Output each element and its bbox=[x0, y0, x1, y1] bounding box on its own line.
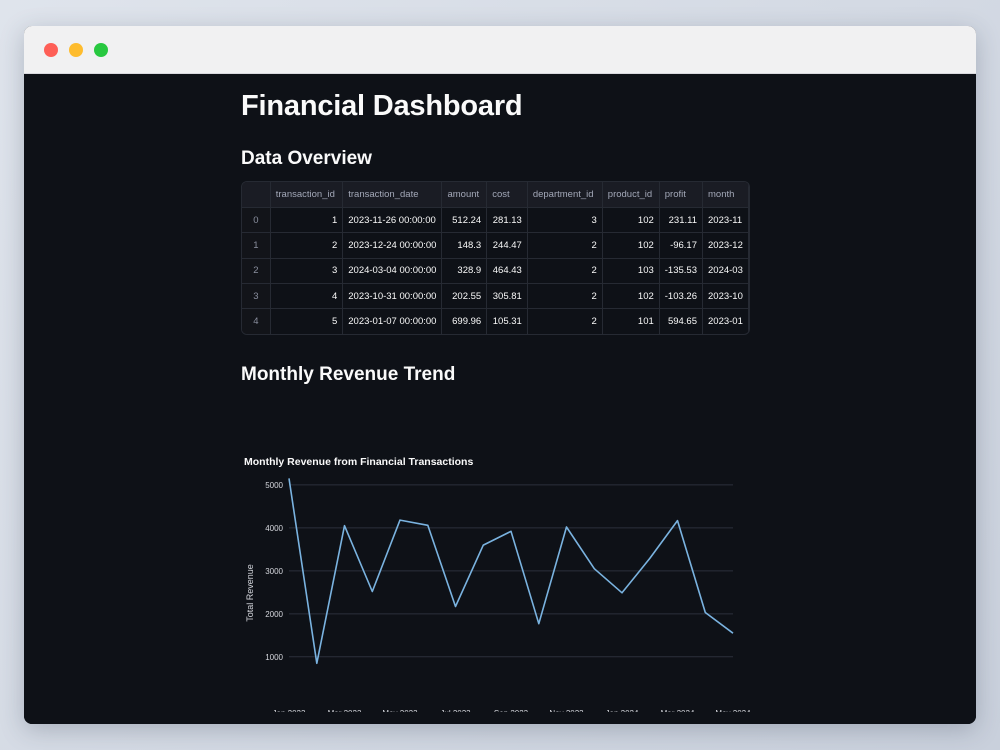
y-tick-label: 4000 bbox=[265, 524, 283, 533]
table-cell: 2023-01 bbox=[702, 308, 749, 334]
table-cell: 2 bbox=[527, 258, 603, 285]
table-cell: -103.26 bbox=[659, 283, 704, 310]
row-index: 1 bbox=[242, 232, 271, 259]
row-index: 3 bbox=[242, 283, 271, 310]
x-tick-label: Sep 2023 bbox=[494, 709, 529, 712]
table-cell: 699.96 bbox=[441, 308, 488, 334]
table-cell: 328.9 bbox=[441, 258, 488, 285]
table-cell: 2 bbox=[527, 232, 603, 259]
close-window-button[interactable] bbox=[44, 43, 58, 57]
table-cell: 3 bbox=[270, 258, 344, 285]
table-cell: -96.17 bbox=[659, 232, 704, 259]
table-cell: 512.24 bbox=[441, 207, 488, 234]
table-cell: 2023-12 bbox=[702, 232, 749, 259]
chart-svg: Monthly Revenue from Financial Transacti… bbox=[244, 456, 751, 718]
chart-title: Monthly Revenue from Financial Transacti… bbox=[244, 456, 473, 468]
table-cell: 202.55 bbox=[441, 283, 488, 310]
column-header-product_id[interactable]: product_id bbox=[602, 182, 660, 208]
column-header-month[interactable]: month bbox=[702, 182, 749, 208]
table-cell: 2023-11-26 00:00:00 bbox=[342, 207, 443, 234]
page-title: Financial Dashboard bbox=[241, 90, 523, 122]
table-cell: 464.43 bbox=[486, 258, 528, 285]
x-tick-label: Jan 2023 bbox=[273, 709, 306, 712]
data-overview-heading: Data Overview bbox=[241, 148, 372, 169]
table-cell: 2023-11 bbox=[702, 207, 749, 234]
table-cell: 1 bbox=[270, 207, 344, 234]
table-cell: 102 bbox=[602, 283, 660, 310]
table-cell: 2024-03-04 00:00:00 bbox=[342, 258, 443, 285]
table-cell: 2023-10-31 00:00:00 bbox=[342, 283, 443, 310]
table-row[interactable]: 4 5 2023-01-07 00:00:00 699.96 105.31 2 101 594… bbox=[242, 308, 749, 334]
column-header-cost[interactable]: cost bbox=[486, 182, 528, 208]
row-index: 2 bbox=[242, 258, 271, 285]
table-header-row: transaction_id transaction_date amount cost… bbox=[242, 182, 749, 208]
table-cell: 3 bbox=[527, 207, 603, 234]
browser-window: Financial Dashboard Data Overview transa… bbox=[24, 26, 976, 724]
x-tick-label: Jan 2024 bbox=[606, 709, 639, 712]
column-header-transaction_id[interactable]: transaction_id bbox=[270, 182, 344, 208]
table-cell: 105.31 bbox=[486, 308, 528, 334]
row-index: 0 bbox=[242, 207, 271, 234]
x-tick-label: Mar 2023 bbox=[328, 709, 362, 712]
column-header-department_id[interactable]: department_id bbox=[527, 182, 603, 208]
table-cell: 2 bbox=[527, 283, 603, 310]
x-tick-label: May 2024 bbox=[715, 709, 751, 712]
x-tick-label: Nov 2023 bbox=[549, 709, 584, 712]
window-titlebar bbox=[24, 26, 976, 74]
table-cell: 2 bbox=[270, 232, 344, 259]
table-row[interactable]: 0 1 2023-11-26 00:00:00 512.24 281.13 3 102 231… bbox=[242, 207, 749, 234]
table-body: 0 1 2023-11-26 00:00:00 512.24 281.13 3 102 231… bbox=[242, 207, 749, 334]
table-cell: 102 bbox=[602, 207, 660, 234]
table-cell: 2023-01-07 00:00:00 bbox=[342, 308, 443, 334]
data-table[interactable]: transaction_id transaction_date amount cost… bbox=[241, 181, 750, 335]
x-tick-label: May 2023 bbox=[382, 709, 418, 712]
column-header-amount[interactable]: amount bbox=[441, 182, 488, 208]
maximize-window-button[interactable] bbox=[94, 43, 108, 57]
row-index: 4 bbox=[242, 308, 271, 334]
column-header-profit[interactable]: profit bbox=[659, 182, 704, 208]
table-cell: 281.13 bbox=[486, 207, 528, 234]
table-cell: -135.53 bbox=[659, 258, 704, 285]
y-tick-label: 5000 bbox=[265, 481, 283, 490]
index-column-header[interactable] bbox=[242, 182, 271, 208]
table-row[interactable]: 1 2 2023-12-24 00:00:00 148.3 244.47 2 102 -96.… bbox=[242, 232, 749, 259]
revenue-line-chart[interactable]: Monthly Revenue from Financial Transacti… bbox=[241, 412, 761, 718]
y-tick-label: 1000 bbox=[265, 653, 283, 662]
table-cell: 5 bbox=[270, 308, 344, 334]
table-cell: 148.3 bbox=[441, 232, 488, 259]
table-cell: 305.81 bbox=[486, 283, 528, 310]
y-tick-label: 3000 bbox=[265, 567, 283, 576]
table-cell: 101 bbox=[602, 308, 660, 334]
table-row[interactable]: 2 3 2024-03-04 00:00:00 328.9 464.43 2 103 -135… bbox=[242, 258, 749, 285]
table-cell: 4 bbox=[270, 283, 344, 310]
table-cell: 231.11 bbox=[659, 207, 704, 234]
x-tick-label: Jul 2023 bbox=[440, 709, 471, 712]
table-row[interactable]: 3 4 2023-10-31 00:00:00 202.55 305.81 2 102 -10… bbox=[242, 283, 749, 310]
table-cell: 2023-12-24 00:00:00 bbox=[342, 232, 443, 259]
table-cell: 103 bbox=[602, 258, 660, 285]
x-tick-label: Mar 2024 bbox=[661, 709, 695, 712]
table-cell: 102 bbox=[602, 232, 660, 259]
table-cell: 2 bbox=[527, 308, 603, 334]
minimize-window-button[interactable] bbox=[69, 43, 83, 57]
column-header-transaction_date[interactable]: transaction_date bbox=[342, 182, 443, 208]
revenue-trend-heading: Monthly Revenue Trend bbox=[241, 364, 456, 385]
table-cell: 2024-03 bbox=[702, 258, 749, 285]
table-cell: 2023-10 bbox=[702, 283, 749, 310]
app-content: Financial Dashboard Data Overview transa… bbox=[24, 74, 976, 724]
table-cell: 244.47 bbox=[486, 232, 528, 259]
y-axis-label: Total Revenue bbox=[245, 564, 255, 622]
table-cell: 594.65 bbox=[659, 308, 704, 334]
y-tick-label: 2000 bbox=[265, 610, 283, 619]
